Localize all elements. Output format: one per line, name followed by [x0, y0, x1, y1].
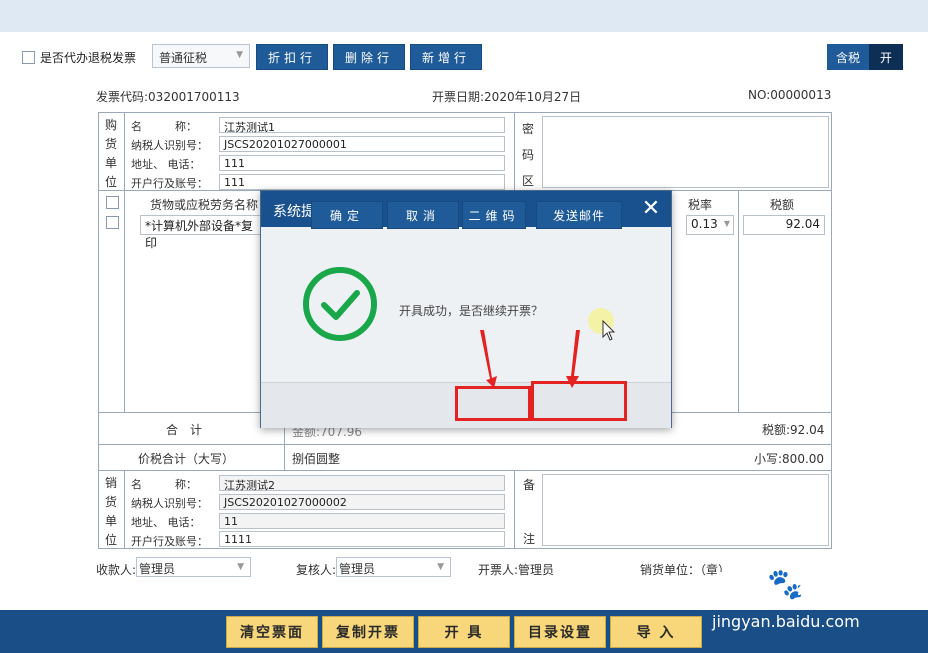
- buyer-bank-field[interactable]: 111: [219, 174, 505, 190]
- send-email-button[interactable]: 发送邮件: [536, 201, 622, 229]
- buyer-addr-field[interactable]: 111: [219, 155, 505, 171]
- divider: [738, 190, 739, 412]
- payee-value: 管理员: [139, 562, 176, 576]
- seller-bank-label: 开户行及账号：: [131, 535, 208, 548]
- buyer-addr-label: 地址、 电话：: [131, 158, 201, 171]
- reviewer-label: 复核人:: [296, 563, 337, 577]
- divider: [124, 470, 125, 549]
- note-label-2: 注: [523, 532, 536, 546]
- buyer-side-char: 位: [104, 175, 117, 189]
- watermark-brand: Bai🐾经验: [714, 566, 845, 602]
- import-button[interactable]: 导 入: [610, 616, 702, 648]
- clear-invoice-button[interactable]: 清空票面: [226, 616, 318, 648]
- buyer-side-char: 单: [104, 156, 117, 170]
- refund-checkbox-label: 是否代办退税发票: [40, 50, 137, 65]
- password-area-label: 密 码 区: [520, 116, 536, 194]
- chevron-down-icon: ▼: [236, 50, 243, 60]
- seller-taxid-field[interactable]: JSCS20201027000002: [219, 494, 505, 510]
- buyer-side-char: 购: [104, 118, 117, 132]
- chevron-down-icon: ▼: [437, 562, 444, 572]
- discount-row-button[interactable]: 折扣行: [256, 44, 328, 70]
- seller-side-char: 货: [104, 495, 117, 509]
- qrcode-highlight-box: [455, 386, 531, 421]
- divider: [124, 112, 125, 190]
- reviewer-value: 管理员: [339, 562, 376, 576]
- chevron-down-icon: ▼: [723, 219, 730, 228]
- dialog-message: 开具成功，是否继续开票？: [399, 304, 544, 318]
- tax-inclusive-label[interactable]: 含税: [827, 44, 869, 70]
- row-checkbox[interactable]: [106, 216, 119, 229]
- add-row-button[interactable]: 新增行: [410, 44, 482, 70]
- goods-column-header: 货物或应税劳务名称: [150, 198, 259, 212]
- invoice-date: 开票日期:2020年10月27日: [432, 90, 582, 104]
- row1-rate-value: 0.13: [691, 217, 718, 231]
- refund-checkbox[interactable]: [22, 50, 35, 64]
- divider: [124, 190, 125, 412]
- row1-rate-select[interactable]: 0.13 ▼: [686, 215, 734, 235]
- total-lower: 小写:800.00: [754, 452, 825, 466]
- top-strip: [0, 0, 928, 32]
- rate-column-header: 税率: [688, 198, 713, 212]
- password-area-char: 码: [521, 148, 534, 162]
- catalog-settings-button[interactable]: 目录设置: [514, 616, 606, 648]
- success-check-icon: [303, 267, 377, 341]
- seller-taxid-label: 纳税人识别号：: [131, 497, 208, 510]
- confirm-button[interactable]: 确定: [311, 201, 383, 229]
- note-field[interactable]: [542, 474, 829, 546]
- seller-side-char: 位: [104, 533, 117, 547]
- seller-addr-field[interactable]: 11: [219, 513, 505, 529]
- buyer-bank-label: 开户行及账号：: [131, 177, 208, 190]
- select-all-checkbox[interactable]: [106, 196, 119, 209]
- reviewer-select[interactable]: 管理员 ▼: [336, 557, 451, 577]
- total-upper: 捌佰圆整: [292, 452, 341, 466]
- invoice-type-value: 普通征税: [159, 51, 208, 65]
- row1-tax-field[interactable]: 92.04: [743, 215, 825, 235]
- seller-bank-field[interactable]: 1111: [219, 531, 505, 547]
- watermark-url: jingyan.baidu.com: [712, 612, 860, 631]
- issuer-label: 开票人:管理员: [478, 563, 555, 577]
- qrcode-button[interactable]: 二维码: [462, 201, 526, 229]
- divider: [514, 112, 515, 190]
- buyer-name-label: 名 称：: [131, 120, 197, 133]
- password-area-char: 密: [521, 122, 534, 136]
- invoice-code: 发票代码:032001700113: [96, 90, 240, 104]
- invoice-number: NO:00000013: [748, 88, 832, 102]
- sum-label: 合 计: [166, 423, 203, 437]
- buyer-side-label: 购 货 单 位: [103, 116, 119, 192]
- watermark-brand2: 经验: [797, 572, 846, 600]
- buyer-name-field[interactable]: 江苏测试1: [219, 117, 505, 134]
- copy-invoice-button[interactable]: 复制开票: [322, 616, 414, 648]
- divider: [514, 470, 515, 549]
- invoice-type-select[interactable]: 普通征税 ▼: [152, 44, 250, 68]
- tax-inclusive-toggle[interactable]: 开: [869, 44, 903, 70]
- divider: [98, 444, 832, 445]
- sum-tax: 税额:92.04: [762, 423, 825, 437]
- delete-row-button[interactable]: 删除行: [333, 44, 405, 70]
- tax-column-header: 税额: [770, 198, 795, 212]
- password-area: [542, 116, 829, 188]
- seller-addr-label: 地址、 电话：: [131, 516, 201, 529]
- total-label: 价税合计（大写）: [138, 452, 235, 466]
- cancel-button[interactable]: 取消: [387, 201, 459, 229]
- issue-invoice-button[interactable]: 开 具: [418, 616, 510, 648]
- buyer-taxid-label: 纳税人识别号：: [131, 139, 208, 152]
- row1-goods-field[interactable]: *计算机外部设备*复印: [140, 215, 264, 250]
- close-icon[interactable]: ✕: [639, 195, 663, 223]
- seller-name-field[interactable]: 江苏测试2: [219, 475, 505, 492]
- paw-icon: 🐾: [767, 567, 805, 602]
- seller-side-char: 销: [104, 476, 117, 490]
- refund-option[interactable]: 是否代办退税发票: [22, 44, 136, 70]
- payee-label: 收款人:: [96, 563, 137, 577]
- chevron-down-icon: ▼: [237, 562, 244, 572]
- watermark-brand-text: Bai: [714, 567, 768, 602]
- buyer-side-char: 货: [104, 137, 117, 151]
- divider: [98, 470, 832, 471]
- seller-name-label: 名 称：: [131, 478, 197, 491]
- payee-select[interactable]: 管理员 ▼: [136, 557, 251, 577]
- buyer-taxid-field[interactable]: JSCS20201027000001: [219, 136, 505, 152]
- seller-side-char: 单: [104, 514, 117, 528]
- seller-side-label: 销 货 单 位: [103, 474, 119, 550]
- note-label-1: 备: [523, 478, 536, 492]
- arrow-annotation-icon: [480, 330, 580, 388]
